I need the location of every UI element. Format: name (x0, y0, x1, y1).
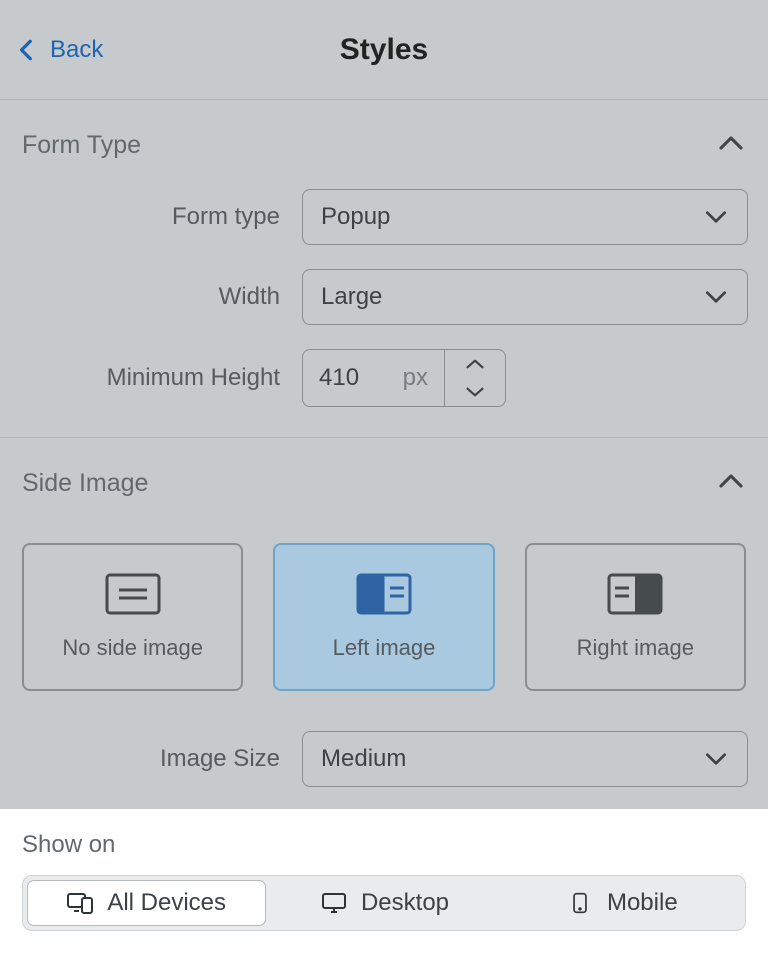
chevron-up-icon (716, 128, 746, 163)
width-label: Width (20, 283, 280, 311)
option-left-image[interactable]: Left image (273, 543, 494, 691)
min-height-step-down[interactable] (445, 378, 505, 406)
chevron-down-icon (465, 386, 485, 398)
form-type-value: Popup (321, 203, 390, 231)
option-right-image[interactable]: Right image (525, 543, 746, 691)
show-on-segmented: All Devices Desktop Mobile (22, 875, 746, 931)
desktop-icon (321, 892, 347, 914)
min-height-stepper: 410 px (302, 349, 506, 407)
side-image-options: No side image Left image Right image (0, 515, 768, 719)
form-type-label: Form type (20, 203, 280, 231)
image-size-row: Image Size Medium (0, 719, 768, 809)
show-on-all-devices[interactable]: All Devices (27, 880, 266, 926)
side-image-section-header[interactable]: Side Image (0, 438, 768, 515)
show-on-mobile-label: Mobile (607, 889, 678, 917)
back-label: Back (50, 36, 103, 64)
chevron-down-icon (703, 204, 729, 230)
width-row: Width Large (0, 257, 768, 337)
form-type-section: Form Type Form type Popup Width Large Mi… (0, 100, 768, 438)
width-select[interactable]: Large (302, 269, 748, 325)
min-height-input[interactable]: 410 px (302, 349, 444, 407)
mobile-icon (567, 892, 593, 914)
image-size-value: Medium (321, 745, 406, 773)
form-type-section-title: Form Type (22, 131, 141, 160)
chevron-up-icon (465, 358, 485, 370)
min-height-row: Minimum Height 410 px (0, 337, 768, 419)
option-left-image-label: Left image (333, 635, 436, 661)
min-height-step-up[interactable] (445, 350, 505, 378)
chevron-down-icon (703, 284, 729, 310)
chevron-down-icon (703, 746, 729, 772)
option-no-side-image[interactable]: No side image (22, 543, 243, 691)
form-type-row: Form type Popup (0, 177, 768, 257)
width-value: Large (321, 283, 382, 311)
image-size-label: Image Size (20, 745, 280, 773)
header: Back Styles (0, 0, 768, 100)
min-height-label: Minimum Height (20, 364, 280, 392)
show-on-section: Show on All Devices Desktop Mobile (0, 809, 768, 971)
side-image-section-title: Side Image (22, 469, 148, 498)
form-type-section-header[interactable]: Form Type (0, 100, 768, 177)
show-on-desktop-label: Desktop (361, 889, 449, 917)
page-title: Styles (340, 33, 428, 67)
show-on-label: Show on (22, 831, 746, 859)
min-height-stepper-buttons (444, 349, 506, 407)
image-size-select[interactable]: Medium (302, 731, 748, 787)
no-side-image-icon (105, 573, 161, 615)
left-image-icon (356, 573, 412, 615)
min-height-unit: px (403, 364, 428, 392)
show-on-all-label: All Devices (107, 889, 226, 917)
show-on-desktop[interactable]: Desktop (266, 880, 503, 926)
chevron-up-icon (716, 466, 746, 501)
form-type-select[interactable]: Popup (302, 189, 748, 245)
show-on-mobile[interactable]: Mobile (504, 880, 741, 926)
chevron-left-icon (14, 37, 40, 63)
option-no-side-image-label: No side image (62, 635, 203, 661)
devices-icon (67, 892, 93, 914)
option-right-image-label: Right image (577, 635, 694, 661)
right-image-icon (607, 573, 663, 615)
min-height-value: 410 (319, 364, 359, 392)
side-image-section: Side Image No side image Left image (0, 438, 768, 809)
back-button[interactable]: Back (14, 36, 103, 64)
